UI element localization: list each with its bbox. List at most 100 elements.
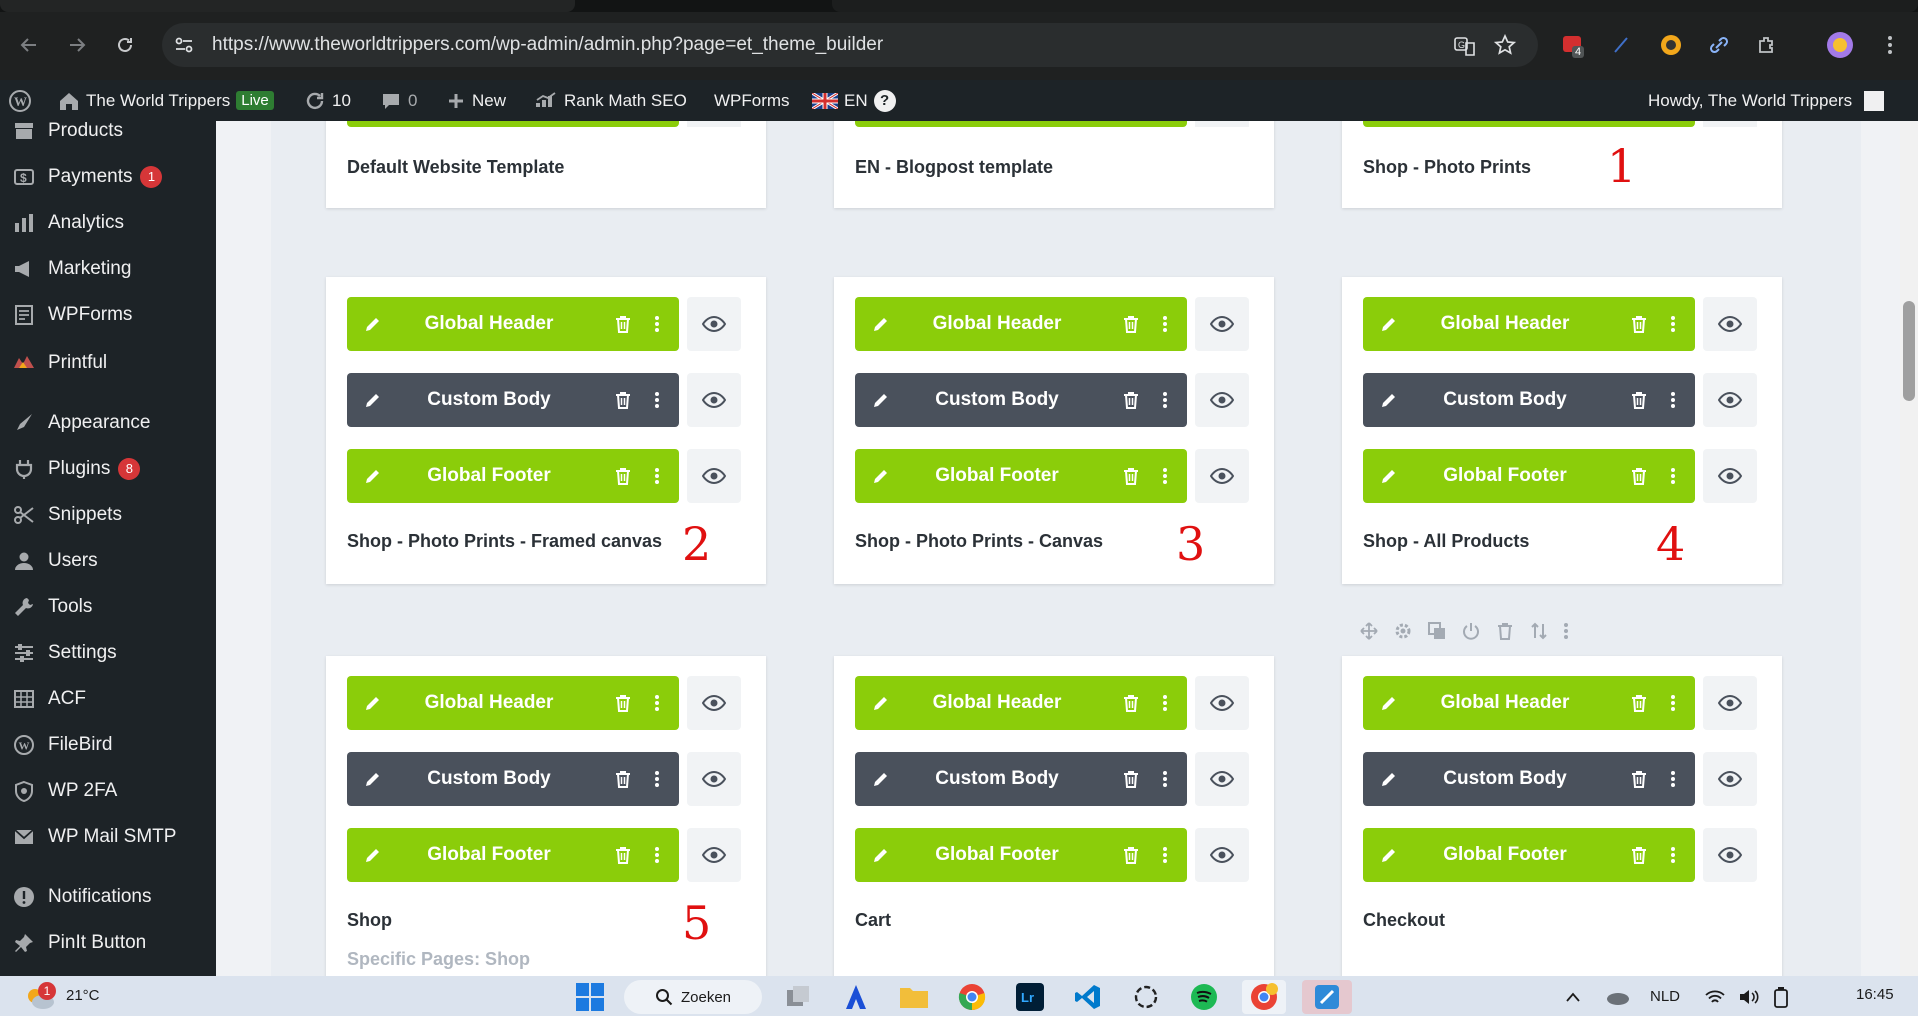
more-vertical-icon[interactable] bbox=[643, 391, 671, 409]
extensions-button[interactable] bbox=[1752, 30, 1782, 60]
more-vertical-icon[interactable] bbox=[643, 315, 671, 333]
sidebar-item-tools[interactable]: Tools bbox=[0, 585, 216, 629]
task-view-icon[interactable] bbox=[778, 980, 818, 1014]
sidebar-item-acf[interactable]: ACF bbox=[0, 677, 216, 721]
reload-button[interactable] bbox=[110, 30, 140, 60]
footer-template-button[interactable]: Global Footer bbox=[855, 828, 1187, 882]
duplicate-icon[interactable] bbox=[1427, 621, 1447, 641]
template-assignment[interactable]: Specific Pages: Shop bbox=[347, 949, 530, 970]
taskbar-search[interactable]: Zoeken bbox=[624, 980, 762, 1014]
footer-template-button[interactable] bbox=[855, 121, 1187, 127]
clock[interactable]: 16:45 bbox=[1856, 986, 1894, 1003]
battery-icon[interactable] bbox=[1766, 980, 1796, 1014]
footer-template-button[interactable]: Global Footer bbox=[347, 828, 679, 882]
trash-icon[interactable] bbox=[1625, 770, 1653, 788]
pencil-icon[interactable] bbox=[1375, 694, 1403, 712]
language-indicator[interactable]: NLD bbox=[1650, 988, 1680, 1005]
new-content-menu[interactable]: New bbox=[446, 80, 506, 121]
sidebar-item-filebird[interactable]: W FileBird bbox=[0, 723, 216, 767]
more-vertical-icon[interactable] bbox=[1151, 694, 1179, 712]
visibility-toggle-button[interactable] bbox=[687, 373, 741, 427]
spotify-icon[interactable] bbox=[1184, 980, 1224, 1014]
footer-label[interactable]: Global Footer bbox=[1403, 465, 1625, 487]
template-title[interactable]: Shop - All Products bbox=[1363, 531, 1529, 552]
rank-math-label[interactable]: Rank Math SEO bbox=[564, 91, 687, 111]
account-menu[interactable]: Howdy, The World Trippers bbox=[1648, 80, 1885, 121]
trash-icon[interactable] bbox=[609, 315, 637, 333]
forward-button[interactable] bbox=[62, 30, 92, 60]
trash-icon[interactable] bbox=[609, 467, 637, 485]
body-label[interactable]: Custom Body bbox=[387, 768, 609, 790]
pencil-icon[interactable] bbox=[359, 694, 387, 712]
weather-widget[interactable]: 1 bbox=[18, 980, 62, 1014]
lightroom-icon[interactable]: Lr bbox=[1010, 980, 1050, 1014]
trash-icon[interactable] bbox=[1117, 391, 1145, 409]
visibility-toggle-button[interactable] bbox=[1703, 297, 1757, 351]
chrome-icon[interactable] bbox=[952, 980, 992, 1014]
more-vertical-icon[interactable] bbox=[643, 467, 671, 485]
footer-label[interactable]: Global Footer bbox=[387, 844, 609, 866]
sort-icon[interactable] bbox=[1529, 621, 1549, 641]
template-title[interactable]: Shop - Photo Prints - Canvas bbox=[855, 531, 1103, 552]
visibility-toggle-button[interactable] bbox=[1703, 828, 1757, 882]
extension-button[interactable] bbox=[1704, 30, 1734, 60]
updates-menu[interactable]: 10 bbox=[304, 80, 351, 121]
move-icon[interactable] bbox=[1359, 621, 1379, 641]
footer-label[interactable]: Global Footer bbox=[387, 465, 609, 487]
chevron-up-icon[interactable] bbox=[1558, 980, 1588, 1014]
pencil-icon[interactable] bbox=[1375, 846, 1403, 864]
pencil-icon[interactable] bbox=[359, 467, 387, 485]
header-label[interactable]: Global Header bbox=[895, 692, 1117, 714]
site-settings-icon[interactable] bbox=[174, 35, 194, 55]
translate-icon[interactable]: G bbox=[1454, 35, 1476, 57]
trash-icon[interactable] bbox=[609, 694, 637, 712]
trash-icon[interactable] bbox=[1495, 621, 1515, 641]
sidebar-item-payments[interactable]: $ Payments 1 bbox=[0, 155, 216, 199]
body-label[interactable]: Custom Body bbox=[1403, 389, 1625, 411]
footer-label[interactable]: Global Footer bbox=[1403, 844, 1625, 866]
body-label[interactable]: Custom Body bbox=[895, 389, 1117, 411]
body-template-button[interactable]: Custom Body bbox=[855, 373, 1187, 427]
pencil-icon[interactable] bbox=[867, 315, 895, 333]
pencil-icon[interactable] bbox=[867, 467, 895, 485]
trash-icon[interactable] bbox=[1117, 770, 1145, 788]
more-vertical-icon[interactable] bbox=[1151, 846, 1179, 864]
wp-logo-menu[interactable]: W bbox=[8, 80, 32, 121]
visibility-toggle-button[interactable] bbox=[687, 121, 741, 127]
footer-template-button[interactable]: Global Footer bbox=[347, 449, 679, 503]
sidebar-item-appearance[interactable]: Appearance bbox=[0, 401, 216, 445]
trash-icon[interactable] bbox=[1625, 694, 1653, 712]
template-title[interactable]: Shop - Photo Prints bbox=[1363, 157, 1531, 178]
footer-template-button[interactable] bbox=[1363, 121, 1695, 127]
sidebar-item-products[interactable]: Products bbox=[0, 121, 216, 153]
visibility-toggle-button[interactable] bbox=[1703, 752, 1757, 806]
browser-tab[interactable] bbox=[0, 0, 575, 12]
pencil-icon[interactable] bbox=[1375, 770, 1403, 788]
chatgpt-icon[interactable] bbox=[1126, 980, 1166, 1014]
folder-icon[interactable] bbox=[894, 980, 934, 1014]
sidebar-item-printful[interactable]: Printful bbox=[0, 341, 216, 385]
help-icon[interactable]: ? bbox=[873, 89, 896, 112]
visibility-toggle-button[interactable] bbox=[1703, 676, 1757, 730]
language-menu[interactable]: EN ? bbox=[812, 80, 896, 121]
more-vertical-icon[interactable] bbox=[643, 770, 671, 788]
header-template-button[interactable]: Global Header bbox=[1363, 676, 1695, 730]
template-title[interactable]: Shop - Photo Prints - Framed canvas bbox=[347, 531, 662, 552]
header-label[interactable]: Global Header bbox=[895, 313, 1117, 335]
visibility-toggle-button[interactable] bbox=[1195, 121, 1249, 127]
footer-template-button[interactable]: Global Footer bbox=[1363, 449, 1695, 503]
more-vertical-icon[interactable] bbox=[1151, 391, 1179, 409]
trash-icon[interactable] bbox=[609, 770, 637, 788]
body-label[interactable]: Custom Body bbox=[895, 768, 1117, 790]
power-icon[interactable] bbox=[1461, 621, 1481, 641]
header-template-button[interactable]: Global Header bbox=[347, 676, 679, 730]
app-icon-blue[interactable] bbox=[836, 980, 876, 1014]
wpforms-menu[interactable]: WPForms bbox=[714, 80, 790, 121]
trash-icon[interactable] bbox=[609, 391, 637, 409]
more-vertical-icon[interactable] bbox=[1659, 391, 1687, 409]
pencil-icon[interactable] bbox=[1375, 315, 1403, 333]
trash-icon[interactable] bbox=[1625, 467, 1653, 485]
onedrive-icon[interactable] bbox=[1600, 980, 1634, 1014]
howdy-text[interactable]: Howdy, The World Trippers bbox=[1648, 91, 1852, 111]
more-vertical-icon[interactable] bbox=[1563, 621, 1569, 641]
